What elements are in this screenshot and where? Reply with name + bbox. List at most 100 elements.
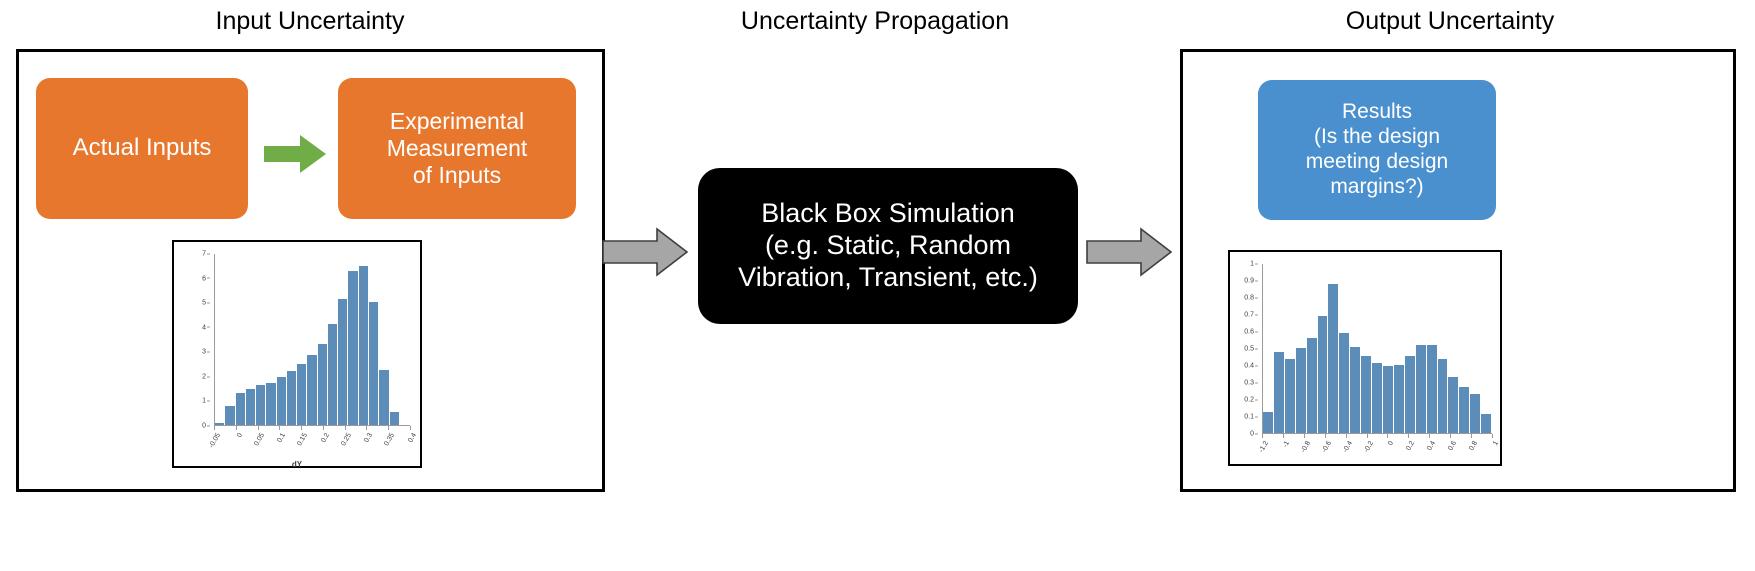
results-line-3: meeting design — [1305, 150, 1449, 173]
x-axis-tick-mark — [322, 426, 324, 430]
y-axis-tick-label: 0 — [1236, 431, 1258, 438]
histogram-bar — [1459, 387, 1471, 433]
histogram-bar — [348, 271, 359, 425]
y-axis-tick-label: 6 — [188, 275, 210, 282]
x-axis-tick-mark — [1387, 434, 1389, 438]
histogram-bar — [1470, 394, 1482, 433]
y-axis-tick-label: 0.9 — [1236, 278, 1258, 285]
y-axis-tick-label: 0.3 — [1236, 380, 1258, 387]
x-axis-tick-mark — [388, 426, 390, 430]
histogram-bar — [225, 405, 236, 425]
results-line-2: (Is the design — [1313, 125, 1441, 149]
histogram-bar — [389, 412, 400, 425]
histogram-bar — [1273, 351, 1285, 433]
x-axis-tick-mark — [214, 426, 215, 430]
histogram-bar — [1372, 362, 1383, 433]
histogram-bar — [358, 265, 369, 425]
y-axis-tick-label: 0.6 — [1236, 329, 1258, 336]
grey-right-arrow-icon-1 — [602, 227, 688, 277]
y-axis-tick-label: 0.2 — [1236, 397, 1258, 404]
histogram-bar — [235, 393, 246, 425]
plot-area — [1262, 264, 1493, 434]
black-box-simulation-box[interactable]: Black Box Simulation (e.g. Static, Rando… — [698, 168, 1078, 324]
y-axis-tick-label: 0.5 — [1236, 346, 1258, 353]
y-axis-tick-label: 3 — [188, 349, 210, 356]
experimental-line-3: of Inputs — [412, 162, 502, 189]
x-axis-tick-mark — [301, 426, 303, 430]
x-axis-tick-mark — [1366, 434, 1368, 438]
y-axis-tick-label: 2 — [188, 373, 210, 380]
x-axis-tick-mark — [344, 426, 346, 430]
x-axis-tick-mark — [1324, 434, 1326, 438]
histogram-bar — [215, 422, 226, 425]
blackbox-line-2: (e.g. Static, Random — [764, 230, 1012, 261]
y-axis-tick-label: 0 — [188, 423, 210, 430]
y-axis-tick-label: 0.8 — [1236, 295, 1258, 302]
results-box[interactable]: Results (Is the design meeting design ma… — [1258, 80, 1496, 220]
column-title-input-uncertainty: Input Uncertainty — [215, 7, 405, 35]
x-axis-tick-mark — [257, 426, 259, 430]
y-axis-tick-label: 1 — [1236, 261, 1258, 268]
x-axis-tick-mark — [1429, 434, 1431, 438]
experimental-line-2: Measurement — [386, 134, 528, 161]
histogram-bar — [1328, 284, 1340, 433]
plot-area — [214, 254, 410, 426]
results-line-1: Results — [1341, 100, 1413, 124]
y-axis-tick-label: 5 — [188, 300, 210, 307]
experimental-line-1: Experimental — [389, 107, 525, 134]
histogram-bar — [1350, 346, 1362, 433]
histogram-bar — [1481, 414, 1493, 433]
x-axis-tick-mark — [1345, 434, 1347, 438]
x-axis-tick-mark — [279, 426, 281, 430]
x-axis-tick-mark — [1282, 434, 1284, 438]
histogram-bar — [1448, 377, 1460, 433]
histogram-bar — [379, 370, 390, 425]
actual-inputs-label: Actual Inputs — [72, 134, 212, 162]
y-axis-tick-label: 0.1 — [1236, 414, 1258, 421]
histogram-bar — [1437, 358, 1449, 433]
blackbox-line-3: Vibration, Transient, etc.) — [738, 261, 1038, 292]
histogram-bar — [297, 363, 308, 425]
histogram-bar — [307, 355, 318, 425]
input-histogram-chart: 0 1 2 3 4 5 6 7 -0.05 0 0.05 0.1 0.15 0.2 0.25 0.3 0.35 0… — [172, 240, 422, 469]
blackbox-line-1: Black Box Simulation — [761, 198, 1015, 229]
green-right-arrow-icon — [264, 135, 326, 173]
y-axis-tick-label: 1 — [188, 398, 210, 405]
histogram-bar — [1426, 345, 1438, 433]
y-axis-tick-label: 4 — [188, 324, 210, 331]
x-axis-title: dY — [291, 460, 303, 469]
column-title-output-uncertainty: Output Uncertainty — [1345, 7, 1555, 35]
x-axis-tick-mark — [1492, 434, 1493, 438]
histogram-bar — [1317, 315, 1329, 433]
x-axis-tick-mark — [1408, 434, 1410, 438]
histogram-bar — [1361, 356, 1373, 433]
histogram-bar — [1306, 338, 1318, 433]
histogram-bar — [317, 344, 328, 425]
x-axis-tick-mark — [366, 426, 368, 430]
histogram-bar — [245, 388, 257, 425]
grey-right-arrow-icon-2 — [1086, 227, 1172, 277]
histogram-bar — [1404, 356, 1416, 433]
y-axis-tick-label: 0.7 — [1236, 312, 1258, 319]
results-line-4: margins?) — [1330, 174, 1424, 198]
histogram-bar — [256, 385, 267, 425]
x-axis-tick-mark — [1471, 434, 1473, 438]
histogram-bar — [327, 323, 339, 425]
actual-inputs-box[interactable]: Actual Inputs — [36, 78, 248, 219]
histogram-bar — [1382, 366, 1394, 433]
y-axis-tick-label: 7 — [188, 251, 210, 258]
histogram-bar — [266, 382, 277, 425]
column-title-uncertainty-propagation: Uncertainty Propagation — [740, 7, 1010, 35]
x-axis-tick-mark — [1262, 434, 1263, 438]
histogram-bar — [286, 371, 298, 425]
histogram-bar — [1415, 345, 1427, 433]
histogram-bar — [1295, 347, 1307, 433]
y-axis-tick-label: 0.4 — [1236, 363, 1258, 370]
histogram-bar — [1393, 365, 1405, 433]
x-axis-tick-mark — [235, 426, 237, 430]
x-axis-tick-mark — [1450, 434, 1452, 438]
x-axis-tick-mark — [1303, 434, 1305, 438]
histogram-bar — [338, 299, 349, 425]
histogram-bar — [1339, 333, 1351, 433]
experimental-measurement-box[interactable]: Experimental Measurement of Inputs — [338, 78, 576, 219]
